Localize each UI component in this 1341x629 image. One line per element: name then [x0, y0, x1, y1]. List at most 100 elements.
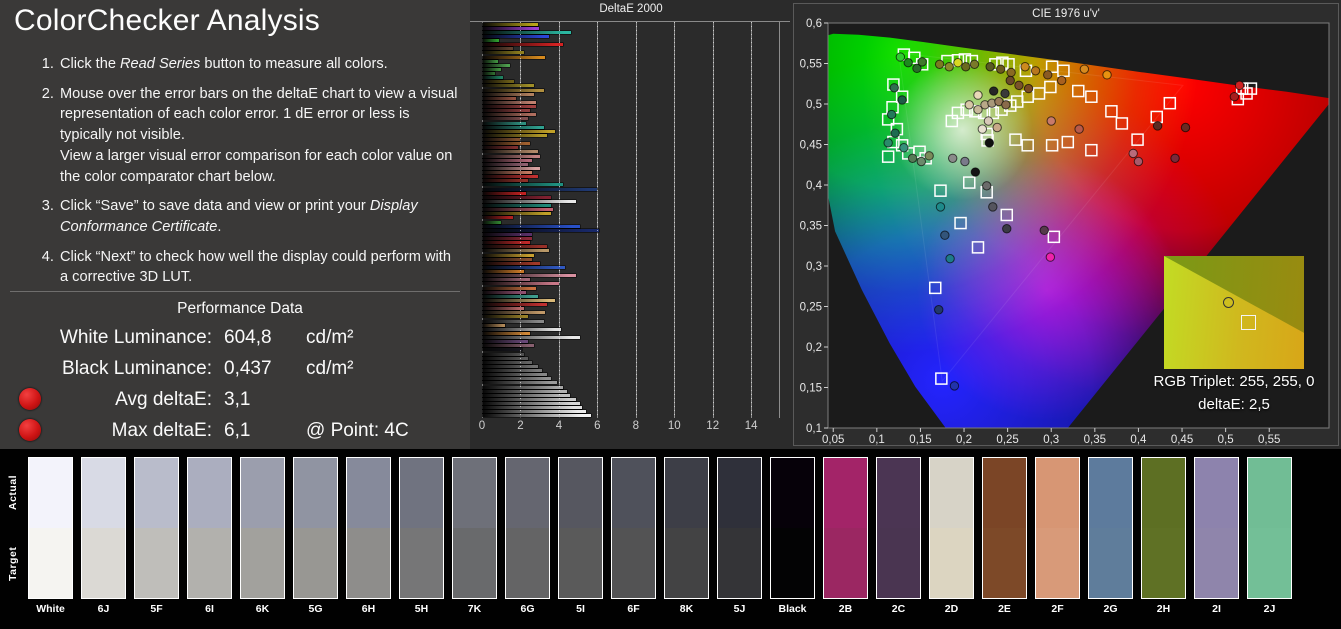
deltae-bar[interactable]	[482, 344, 534, 348]
comparator-row-labels: Actual Target	[0, 457, 26, 599]
deltae-bar[interactable]	[482, 88, 544, 92]
swatch-target-half	[771, 528, 814, 598]
deltae-bar[interactable]	[482, 154, 540, 158]
comparator-swatch: 2B	[823, 457, 868, 629]
deltae-bar[interactable]	[482, 113, 536, 117]
deltae-bar[interactable]	[482, 84, 534, 88]
cie-measured-circle	[973, 90, 983, 100]
deltae-bar[interactable]	[482, 171, 532, 175]
x-tick-label: 4	[555, 420, 563, 432]
deltae-bar[interactable]	[482, 298, 556, 302]
deltae-bar[interactable]	[482, 22, 538, 26]
deltae-bar[interactable]	[482, 166, 540, 170]
deltae-bar[interactable]	[482, 410, 586, 414]
deltae-bar[interactable]	[482, 212, 552, 216]
deltae-bar-chart[interactable]	[482, 22, 780, 418]
deltae-bar[interactable]	[482, 96, 516, 100]
deltae-bar[interactable]	[482, 220, 502, 224]
deltae-bar[interactable]	[482, 377, 552, 381]
deltae-bar[interactable]	[482, 158, 532, 162]
deltae-bar[interactable]	[482, 385, 563, 389]
deltae-bar[interactable]	[482, 133, 548, 137]
deltae-bar[interactable]	[482, 146, 518, 150]
deltae-bar[interactable]	[482, 245, 548, 249]
deltae-bar[interactable]	[482, 43, 563, 47]
deltae-bar[interactable]	[482, 183, 563, 187]
deltae-bar[interactable]	[482, 105, 536, 109]
deltae-bar[interactable]	[482, 241, 531, 245]
deltae-bar[interactable]	[482, 352, 525, 356]
cie-measured-circle	[964, 100, 974, 110]
deltae-bar[interactable]	[482, 47, 513, 51]
deltae-bar[interactable]	[482, 369, 542, 373]
cie-measured-circle	[949, 381, 960, 391]
swatch-actual-half	[559, 458, 602, 528]
deltae-bar[interactable]	[482, 76, 504, 80]
swatch-label: 2I	[1212, 603, 1221, 615]
swatch-box	[823, 457, 868, 599]
deltae-bar[interactable]	[482, 224, 581, 228]
deltae-bar[interactable]	[482, 373, 548, 377]
deltae-bar[interactable]	[482, 237, 532, 241]
deltae-bar[interactable]	[482, 109, 531, 113]
deltae-bar[interactable]	[482, 39, 500, 43]
deltae-bar[interactable]	[482, 175, 538, 179]
swatch-box	[929, 457, 974, 599]
deltae-bar[interactable]	[482, 72, 496, 76]
deltae-bar[interactable]	[482, 303, 548, 307]
deltae-bar[interactable]	[482, 92, 534, 96]
deltae-bar[interactable]	[482, 125, 544, 129]
deltae-bar[interactable]	[482, 364, 538, 368]
deltae-bar[interactable]	[482, 63, 510, 67]
deltae-bar[interactable]	[482, 360, 532, 364]
deltae-bar[interactable]	[482, 331, 531, 335]
deltae-bar[interactable]	[482, 402, 581, 406]
deltae-bar[interactable]	[482, 389, 567, 393]
deltae-bar[interactable]	[482, 208, 554, 212]
deltae-bar[interactable]	[482, 129, 556, 133]
deltae-bar[interactable]	[482, 216, 513, 220]
deltae-bar[interactable]	[482, 393, 571, 397]
cie-measured-circle	[1079, 64, 1090, 74]
deltae-bar[interactable]	[482, 257, 532, 261]
deltae-bar[interactable]	[482, 80, 514, 84]
deltae-bar[interactable]	[482, 204, 552, 208]
deltae-bar[interactable]	[482, 51, 525, 55]
deltae-bar[interactable]	[482, 249, 550, 253]
deltae-bar[interactable]	[482, 195, 552, 199]
cie-measured-circle	[970, 167, 981, 177]
cie-measured-circle	[1045, 252, 1056, 262]
deltae-bar[interactable]	[482, 34, 550, 38]
deltae-bar[interactable]	[482, 261, 540, 265]
deltae-bar[interactable]	[482, 59, 499, 63]
deltae-bar[interactable]	[482, 26, 539, 30]
swatch-target-half	[1142, 528, 1185, 598]
deltae-bar[interactable]	[482, 270, 525, 274]
deltae-bar[interactable]	[482, 336, 581, 340]
deltae-bar[interactable]	[482, 253, 534, 257]
deltae-bar[interactable]	[482, 406, 582, 410]
deltae-bar[interactable]	[482, 274, 577, 278]
cie-measured-circle	[883, 138, 893, 148]
deltae-bar[interactable]	[482, 265, 565, 269]
deltae-bar[interactable]	[482, 397, 577, 401]
deltae-bar[interactable]	[482, 294, 538, 298]
deltae-bar[interactable]	[482, 323, 506, 327]
deltae-bar[interactable]	[482, 286, 536, 290]
deltae-bar[interactable]	[482, 414, 591, 418]
deltae-bar[interactable]	[482, 100, 536, 104]
deltae-bar[interactable]	[482, 348, 523, 352]
deltae-bar[interactable]	[482, 138, 521, 142]
deltae-bar[interactable]	[482, 187, 598, 191]
deltae-bar[interactable]	[482, 199, 577, 203]
deltae-bar[interactable]	[482, 307, 525, 311]
deltae-bar[interactable]	[482, 319, 544, 323]
deltae-bar[interactable]	[482, 55, 546, 59]
deltae-bar[interactable]	[482, 311, 546, 315]
deltae-bar[interactable]	[482, 232, 532, 236]
deltae-bar[interactable]	[482, 67, 502, 71]
deltae-bar[interactable]	[482, 278, 531, 282]
deltae-bar[interactable]	[482, 142, 531, 146]
deltae-bar[interactable]	[482, 228, 600, 232]
deltae-bar[interactable]	[482, 150, 538, 154]
